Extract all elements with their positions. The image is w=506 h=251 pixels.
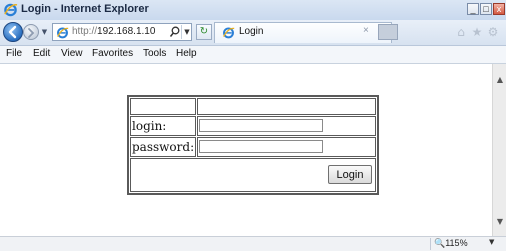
- menu-edit[interactable]: Edit: [33, 48, 50, 59]
- search-icon[interactable]: [169, 25, 181, 39]
- history-dropdown-icon[interactable]: ▼: [40, 26, 49, 38]
- window-title: Login - Internet Explorer: [21, 3, 149, 15]
- menu-favorites[interactable]: Favorites: [92, 48, 133, 59]
- back-button[interactable]: [3, 22, 23, 42]
- table-row: [130, 98, 376, 115]
- status-bar: 🔍115% ▼: [0, 236, 506, 251]
- password-field-cell: [197, 136, 376, 157]
- internet-explorer-icon: [4, 3, 18, 17]
- tab-favicon-icon: [223, 27, 235, 39]
- menu-help[interactable]: Help: [176, 48, 197, 59]
- address-url[interactable]: http://192.168.1.10: [72, 26, 155, 37]
- close-button[interactable]: x: [493, 3, 505, 15]
- tab-label: Login: [239, 26, 264, 37]
- table-row: password:: [130, 136, 376, 157]
- login-form-table: login: password: Login: [127, 95, 379, 195]
- forward-arrow-icon: [28, 28, 35, 38]
- address-bar[interactable]: http://192.168.1.10 ▼: [52, 23, 192, 41]
- submit-cell: Login: [130, 157, 376, 192]
- back-arrow-icon: [8, 25, 17, 39]
- address-dropdown-icon[interactable]: ▼: [181, 25, 192, 39]
- password-input[interactable]: [199, 140, 324, 154]
- menu-view[interactable]: View: [61, 48, 83, 59]
- login-input[interactable]: [199, 119, 324, 133]
- login-field-cell: [197, 115, 376, 136]
- scroll-up-icon[interactable]: ▲: [494, 74, 506, 86]
- title-bar: Login - Internet Explorer _ □ x: [0, 0, 506, 21]
- password-label: password:: [130, 136, 197, 157]
- login-label: login:: [130, 115, 197, 136]
- forward-button[interactable]: [23, 24, 39, 40]
- address-host: 192.168.1.10: [97, 26, 156, 37]
- tab-close-icon[interactable]: ×: [363, 25, 369, 36]
- table-cell: [130, 98, 197, 115]
- menu-bar: File Edit View Favorites Tools Help: [0, 46, 506, 64]
- page-favicon-icon: [57, 27, 69, 39]
- favorites-star-icon[interactable]: ★: [470, 25, 484, 39]
- login-button[interactable]: Login: [328, 165, 372, 185]
- gear-icon[interactable]: ⚙: [486, 25, 500, 39]
- zoom-value: 115%: [445, 238, 468, 248]
- vertical-scrollbar[interactable]: ▲ ▼: [492, 64, 506, 236]
- table-cell: [197, 98, 376, 115]
- zoom-magnifier-icon: 🔍: [434, 238, 446, 248]
- refresh-icon[interactable]: ↻: [196, 24, 212, 40]
- address-protocol: http://: [72, 26, 98, 37]
- minimize-button[interactable]: _: [467, 3, 479, 15]
- zoom-level[interactable]: 🔍115%: [430, 238, 471, 250]
- page-content: login: password: Login: [0, 64, 492, 236]
- menu-file[interactable]: File: [6, 48, 22, 59]
- scroll-down-icon[interactable]: ▼: [494, 216, 506, 228]
- table-row: Login: [130, 157, 376, 192]
- tab-login[interactable]: Login ×: [214, 22, 392, 43]
- home-icon[interactable]: ⌂: [454, 25, 468, 39]
- table-row: login:: [130, 115, 376, 136]
- menu-tools[interactable]: Tools: [143, 48, 166, 59]
- zoom-dropdown-icon[interactable]: ▼: [489, 238, 494, 246]
- maximize-button[interactable]: □: [480, 3, 492, 15]
- new-tab-button[interactable]: [378, 24, 398, 40]
- navigation-bar: ▼ http://192.168.1.10 ▼ ↻ Login × ⌂ ★ ⚙: [0, 20, 506, 46]
